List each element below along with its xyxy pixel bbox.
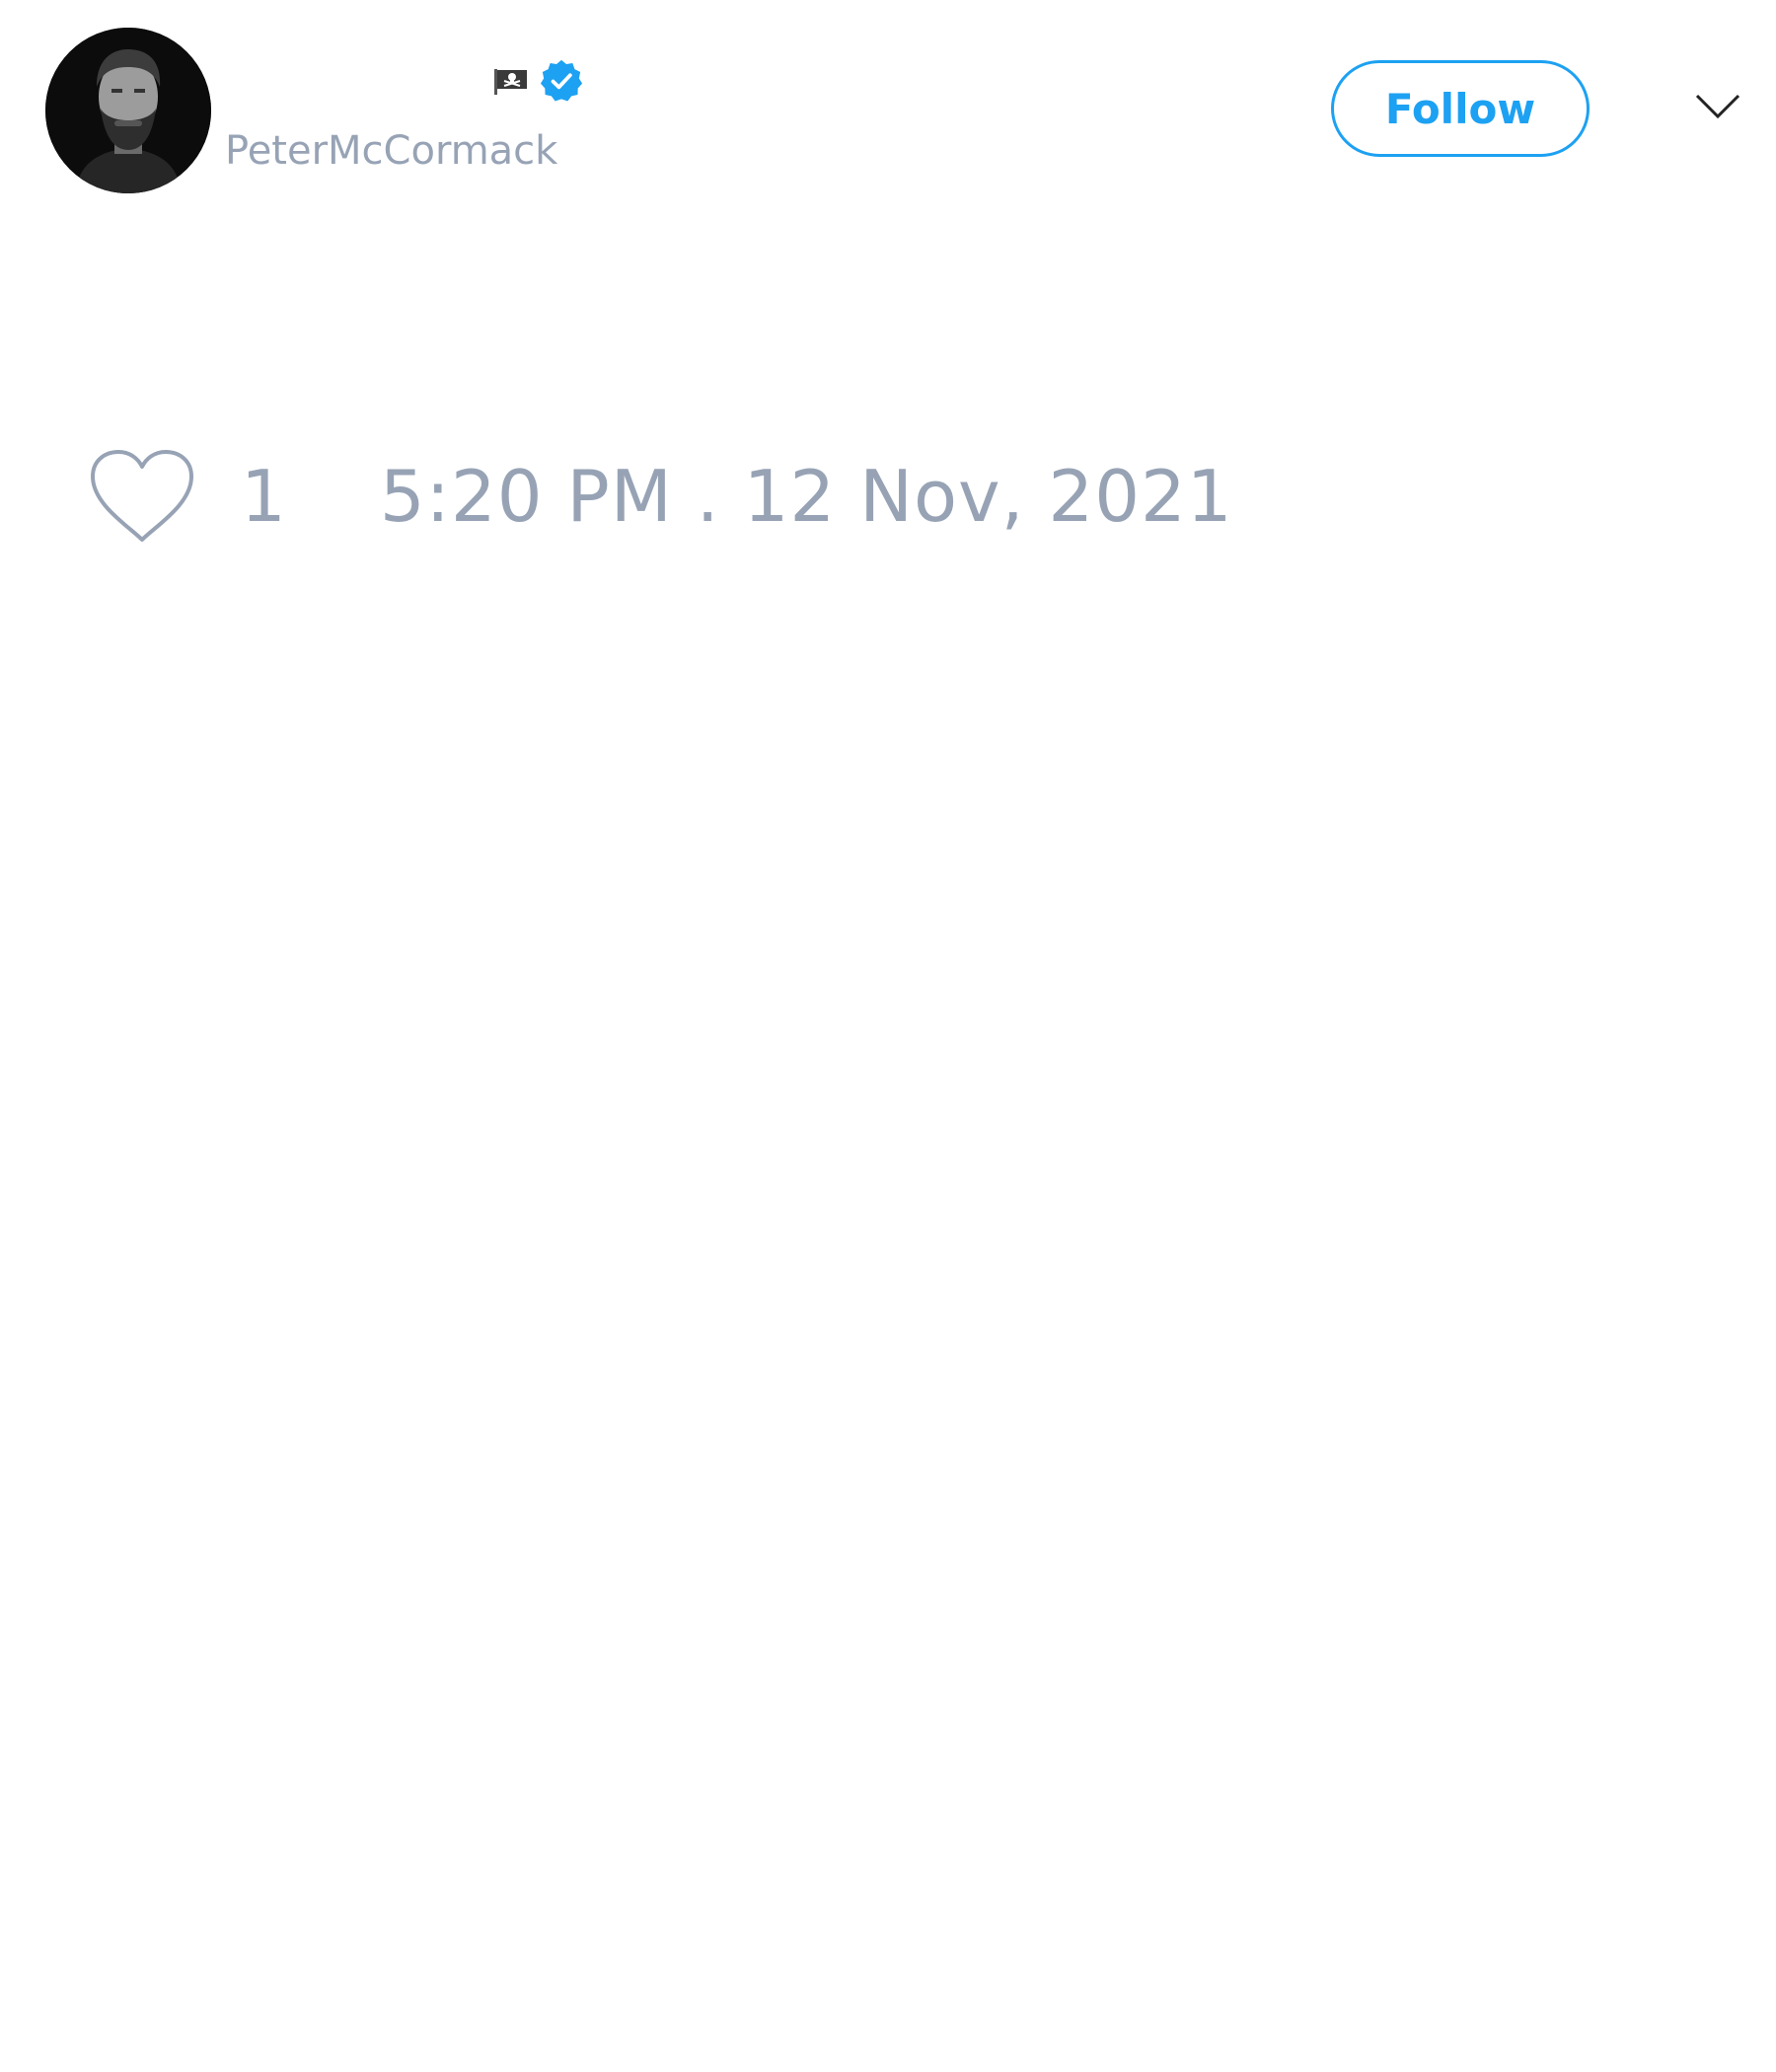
verified-icon [539, 58, 584, 104]
name-badges [493, 57, 584, 105]
pirate-flag-icon [493, 67, 529, 95]
author-handle[interactable]: PeterMcCormack [225, 126, 557, 176]
tweet-actions: 1 5:20 PM . 12 Nov, 2021 [89, 449, 1233, 544]
heart-icon[interactable] [89, 449, 195, 544]
follow-button[interactable]: Follow [1331, 60, 1590, 157]
avatar[interactable] [45, 28, 211, 193]
like-count: 1 [241, 455, 286, 538]
chevron-down-icon[interactable] [1695, 93, 1740, 120]
user-avatar-photo [45, 28, 211, 193]
tweet-timestamp[interactable]: 5:20 PM . 12 Nov, 2021 [380, 449, 1233, 544]
